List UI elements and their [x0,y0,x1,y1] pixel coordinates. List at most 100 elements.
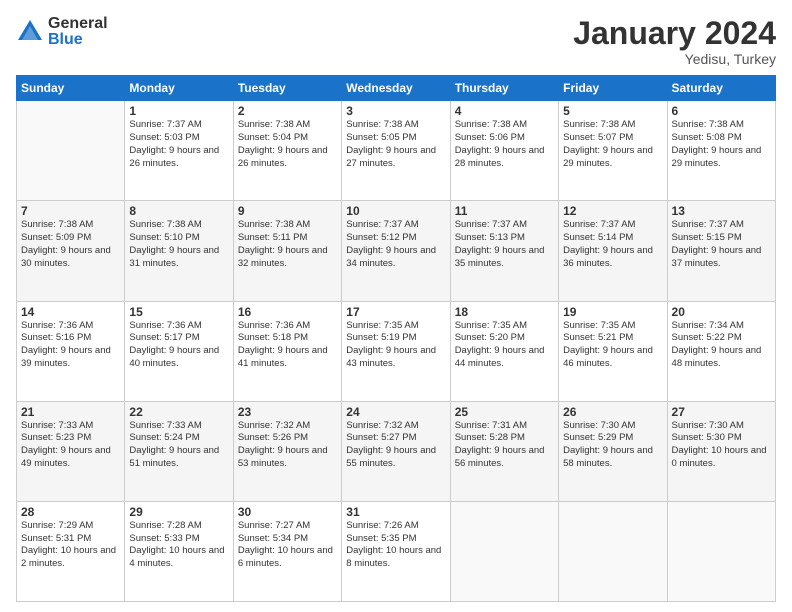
day-number: 22 [129,405,228,419]
calendar-cell: 22Sunrise: 7:33 AMSunset: 5:24 PMDayligh… [125,401,233,501]
day-number: 10 [346,204,445,218]
sun-info: Sunrise: 7:36 AMSunset: 5:18 PMDaylight:… [238,320,337,371]
calendar-cell [559,501,667,601]
day-number: 9 [238,204,337,218]
calendar-cell: 11Sunrise: 7:37 AMSunset: 5:13 PMDayligh… [450,201,558,301]
calendar-cell: 5Sunrise: 7:38 AMSunset: 5:07 PMDaylight… [559,101,667,201]
day-number: 29 [129,505,228,519]
sun-info: Sunrise: 7:34 AMSunset: 5:22 PMDaylight:… [672,320,771,371]
calendar-cell: 7Sunrise: 7:38 AMSunset: 5:09 PMDaylight… [17,201,125,301]
sun-info: Sunrise: 7:28 AMSunset: 5:33 PMDaylight:… [129,520,228,571]
calendar-cell: 28Sunrise: 7:29 AMSunset: 5:31 PMDayligh… [17,501,125,601]
day-number: 13 [672,204,771,218]
sun-info: Sunrise: 7:38 AMSunset: 5:07 PMDaylight:… [563,119,662,170]
sun-info: Sunrise: 7:37 AMSunset: 5:03 PMDaylight:… [129,119,228,170]
sun-info: Sunrise: 7:35 AMSunset: 5:21 PMDaylight:… [563,320,662,371]
sun-info: Sunrise: 7:37 AMSunset: 5:12 PMDaylight:… [346,219,445,270]
sun-info: Sunrise: 7:26 AMSunset: 5:35 PMDaylight:… [346,520,445,571]
day-number: 27 [672,405,771,419]
sun-info: Sunrise: 7:27 AMSunset: 5:34 PMDaylight:… [238,520,337,571]
sun-info: Sunrise: 7:38 AMSunset: 5:04 PMDaylight:… [238,119,337,170]
sun-info: Sunrise: 7:32 AMSunset: 5:26 PMDaylight:… [238,420,337,471]
sun-info: Sunrise: 7:37 AMSunset: 5:15 PMDaylight:… [672,219,771,270]
sun-info: Sunrise: 7:32 AMSunset: 5:27 PMDaylight:… [346,420,445,471]
day-number: 2 [238,104,337,118]
header-cell-saturday: Saturday [667,76,775,101]
calendar-week-4: 21Sunrise: 7:33 AMSunset: 5:23 PMDayligh… [17,401,776,501]
day-number: 8 [129,204,228,218]
calendar-week-1: 1Sunrise: 7:37 AMSunset: 5:03 PMDaylight… [17,101,776,201]
sun-info: Sunrise: 7:38 AMSunset: 5:10 PMDaylight:… [129,219,228,270]
sun-info: Sunrise: 7:33 AMSunset: 5:23 PMDaylight:… [21,420,120,471]
month-title: January 2024 [573,16,776,51]
day-number: 28 [21,505,120,519]
calendar-week-2: 7Sunrise: 7:38 AMSunset: 5:09 PMDaylight… [17,201,776,301]
title-area: January 2024 Yedisu, Turkey [573,16,776,67]
calendar-table: SundayMondayTuesdayWednesdayThursdayFrid… [16,75,776,602]
calendar-week-3: 14Sunrise: 7:36 AMSunset: 5:16 PMDayligh… [17,301,776,401]
logo-text: General Blue [48,16,108,48]
calendar-cell: 20Sunrise: 7:34 AMSunset: 5:22 PMDayligh… [667,301,775,401]
header: General Blue January 2024 Yedisu, Turkey [16,16,776,67]
header-cell-thursday: Thursday [450,76,558,101]
day-number: 19 [563,305,662,319]
calendar-cell: 21Sunrise: 7:33 AMSunset: 5:23 PMDayligh… [17,401,125,501]
sun-info: Sunrise: 7:30 AMSunset: 5:30 PMDaylight:… [672,420,771,471]
calendar-cell: 30Sunrise: 7:27 AMSunset: 5:34 PMDayligh… [233,501,341,601]
calendar-cell: 17Sunrise: 7:35 AMSunset: 5:19 PMDayligh… [342,301,450,401]
calendar-cell: 18Sunrise: 7:35 AMSunset: 5:20 PMDayligh… [450,301,558,401]
header-cell-tuesday: Tuesday [233,76,341,101]
sun-info: Sunrise: 7:31 AMSunset: 5:28 PMDaylight:… [455,420,554,471]
day-number: 23 [238,405,337,419]
calendar-cell: 29Sunrise: 7:28 AMSunset: 5:33 PMDayligh… [125,501,233,601]
sun-info: Sunrise: 7:37 AMSunset: 5:14 PMDaylight:… [563,219,662,270]
day-number: 12 [563,204,662,218]
calendar-week-5: 28Sunrise: 7:29 AMSunset: 5:31 PMDayligh… [17,501,776,601]
calendar-cell: 14Sunrise: 7:36 AMSunset: 5:16 PMDayligh… [17,301,125,401]
day-number: 26 [563,405,662,419]
calendar-cell [450,501,558,601]
day-number: 16 [238,305,337,319]
sun-info: Sunrise: 7:38 AMSunset: 5:08 PMDaylight:… [672,119,771,170]
day-number: 14 [21,305,120,319]
sun-info: Sunrise: 7:35 AMSunset: 5:19 PMDaylight:… [346,320,445,371]
day-number: 15 [129,305,228,319]
calendar-cell: 2Sunrise: 7:38 AMSunset: 5:04 PMDaylight… [233,101,341,201]
calendar-body: 1Sunrise: 7:37 AMSunset: 5:03 PMDaylight… [17,101,776,602]
sun-info: Sunrise: 7:29 AMSunset: 5:31 PMDaylight:… [21,520,120,571]
sun-info: Sunrise: 7:37 AMSunset: 5:13 PMDaylight:… [455,219,554,270]
day-number: 6 [672,104,771,118]
calendar-cell: 15Sunrise: 7:36 AMSunset: 5:17 PMDayligh… [125,301,233,401]
sun-info: Sunrise: 7:38 AMSunset: 5:09 PMDaylight:… [21,219,120,270]
calendar-cell: 24Sunrise: 7:32 AMSunset: 5:27 PMDayligh… [342,401,450,501]
location: Yedisu, Turkey [573,51,776,67]
sun-info: Sunrise: 7:38 AMSunset: 5:11 PMDaylight:… [238,219,337,270]
calendar-cell: 31Sunrise: 7:26 AMSunset: 5:35 PMDayligh… [342,501,450,601]
day-number: 1 [129,104,228,118]
logo: General Blue [16,16,108,48]
calendar-cell: 8Sunrise: 7:38 AMSunset: 5:10 PMDaylight… [125,201,233,301]
calendar-cell: 27Sunrise: 7:30 AMSunset: 5:30 PMDayligh… [667,401,775,501]
sun-info: Sunrise: 7:38 AMSunset: 5:06 PMDaylight:… [455,119,554,170]
day-number: 4 [455,104,554,118]
day-number: 31 [346,505,445,519]
day-number: 20 [672,305,771,319]
calendar-cell: 4Sunrise: 7:38 AMSunset: 5:06 PMDaylight… [450,101,558,201]
calendar-cell: 6Sunrise: 7:38 AMSunset: 5:08 PMDaylight… [667,101,775,201]
day-number: 17 [346,305,445,319]
header-cell-wednesday: Wednesday [342,76,450,101]
day-number: 25 [455,405,554,419]
calendar-cell: 12Sunrise: 7:37 AMSunset: 5:14 PMDayligh… [559,201,667,301]
day-number: 11 [455,204,554,218]
calendar-cell: 3Sunrise: 7:38 AMSunset: 5:05 PMDaylight… [342,101,450,201]
header-cell-sunday: Sunday [17,76,125,101]
header-cell-monday: Monday [125,76,233,101]
calendar-cell: 16Sunrise: 7:36 AMSunset: 5:18 PMDayligh… [233,301,341,401]
sun-info: Sunrise: 7:36 AMSunset: 5:16 PMDaylight:… [21,320,120,371]
day-number: 18 [455,305,554,319]
calendar-cell: 23Sunrise: 7:32 AMSunset: 5:26 PMDayligh… [233,401,341,501]
calendar-cell: 25Sunrise: 7:31 AMSunset: 5:28 PMDayligh… [450,401,558,501]
sun-info: Sunrise: 7:38 AMSunset: 5:05 PMDaylight:… [346,119,445,170]
day-number: 24 [346,405,445,419]
calendar-cell: 19Sunrise: 7:35 AMSunset: 5:21 PMDayligh… [559,301,667,401]
